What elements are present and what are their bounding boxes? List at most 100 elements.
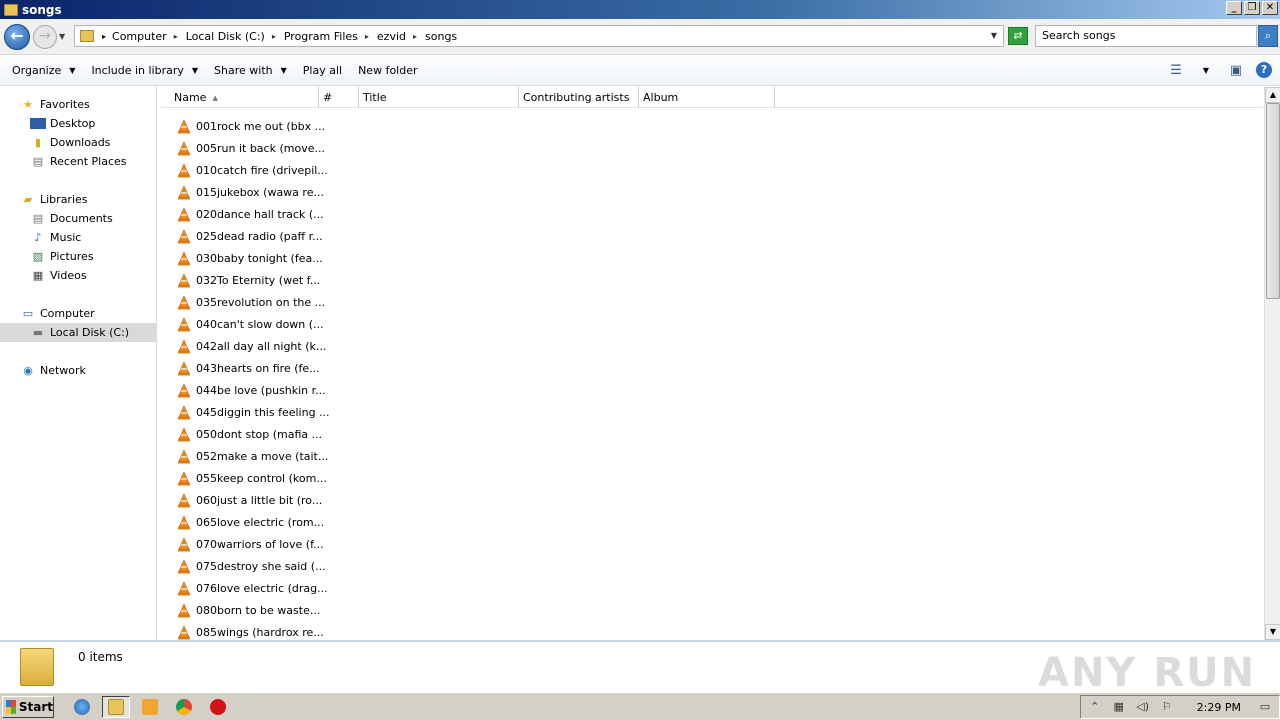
internet-explorer-icon[interactable]: [68, 696, 96, 718]
column-artists[interactable]: Contributing artists: [519, 87, 639, 108]
file-name: 050dont stop (mafia ...: [196, 427, 323, 441]
file-row[interactable]: 045diggin this feeling ...: [177, 401, 337, 423]
file-row[interactable]: 025dead radio (paff r...: [177, 225, 337, 247]
flag-icon[interactable]: ⚐: [1159, 700, 1175, 714]
breadcrumb-program-files[interactable]: Program Files ▸: [284, 30, 369, 43]
show-hidden-icons-icon[interactable]: ⌃: [1087, 700, 1103, 714]
file-row[interactable]: 043hearts on fire (fe...: [177, 357, 337, 379]
refresh-button[interactable]: ⇄: [1008, 27, 1028, 45]
file-row[interactable]: 010catch fire (drivepil...: [177, 159, 337, 181]
recent-pages-dropdown[interactable]: ▼: [59, 32, 65, 41]
include-in-library-button[interactable]: Include in library ▼: [83, 59, 206, 83]
include-in-library-label: Include in library: [91, 64, 184, 77]
file-row[interactable]: 076love electric (drag...: [177, 577, 337, 599]
breadcrumb-local-disk[interactable]: Local Disk (C:) ▸: [186, 30, 276, 43]
show-desktop-icon[interactable]: ▭: [1257, 700, 1273, 714]
file-row[interactable]: 015jukebox (wawa re...: [177, 181, 337, 203]
file-row[interactable]: 055keep control (kom...: [177, 467, 337, 489]
file-row[interactable]: 042all day all night (k...: [177, 335, 337, 357]
file-row[interactable]: 052make a move (tait...: [177, 445, 337, 467]
vlc-file-icon: [177, 206, 191, 222]
view-details-icon[interactable]: ☰: [1166, 60, 1186, 80]
start-button[interactable]: Start: [2, 695, 54, 718]
file-row[interactable]: 030baby tonight (fea...: [177, 247, 337, 269]
address-bar[interactable]: ▸ Computer ▸ Local Disk (C:) ▸ Program Fil…: [74, 25, 1004, 47]
nav-recent-places[interactable]: ▤ Recent Places: [0, 152, 157, 171]
scroll-up-icon[interactable]: ▲: [1265, 87, 1280, 103]
file-row[interactable]: 060just a little bit (ro...: [177, 489, 337, 511]
nav-documents[interactable]: ▤ Documents: [0, 209, 157, 228]
minimize-button[interactable]: _: [1226, 1, 1242, 15]
column-header: Name ▲ # Title Contributing artists Album: [161, 87, 1263, 108]
vlc-file-icon: [177, 580, 191, 596]
search-input[interactable]: Search songs: [1035, 25, 1257, 47]
folder-icon: [80, 30, 94, 42]
file-row[interactable]: 035revolution on the ...: [177, 291, 337, 313]
chevron-right-icon[interactable]: ▸: [413, 32, 417, 41]
scroll-down-icon[interactable]: ▼: [1265, 624, 1280, 640]
breadcrumb-ezvid[interactable]: ezvid ▸: [377, 30, 417, 43]
nav-desktop[interactable]: Desktop: [0, 114, 157, 133]
file-name: 035revolution on the ...: [196, 295, 326, 309]
file-row[interactable]: 001rock me out (bbx ...: [177, 115, 337, 137]
nav-label: Videos: [50, 269, 87, 282]
help-icon[interactable]: ?: [1256, 62, 1272, 78]
window-title: songs: [22, 2, 62, 17]
file-name: 001rock me out (bbx ...: [196, 119, 326, 133]
maximize-button[interactable]: ❐: [1244, 1, 1260, 15]
vlc-file-icon: [177, 536, 191, 552]
chevron-right-icon[interactable]: ▸: [272, 32, 276, 41]
file-row[interactable]: 065love electric (rom...: [177, 511, 337, 533]
breadcrumb-computer[interactable]: Computer ▸: [112, 30, 178, 43]
breadcrumb-songs[interactable]: songs: [425, 30, 457, 43]
nav-local-disk[interactable]: ▬ Local Disk (C:): [0, 323, 157, 342]
column-name-label: Name: [174, 91, 207, 104]
nav-pictures[interactable]: ▨ Pictures: [0, 247, 157, 266]
file-row[interactable]: 032To Eternity (wet f...: [177, 269, 337, 291]
file-row[interactable]: 070warriors of love (f...: [177, 533, 337, 555]
downloads-icon: ▮: [34, 136, 42, 149]
chevron-down-icon[interactable]: ▼: [991, 31, 997, 40]
search-icon[interactable]: ⌕: [1258, 25, 1278, 47]
file-row[interactable]: 050dont stop (mafia ...: [177, 423, 337, 445]
file-row[interactable]: 044be love (pushkin r...: [177, 379, 337, 401]
media-player-icon[interactable]: [136, 696, 164, 718]
file-row[interactable]: 040can't slow down (...: [177, 313, 337, 335]
nav-libraries[interactable]: ▰ Libraries: [0, 190, 157, 209]
close-button[interactable]: ✕: [1262, 1, 1278, 15]
forward-button[interactable]: →: [33, 25, 57, 49]
file-row[interactable]: 080born to be waste...: [177, 599, 337, 621]
nav-favorites[interactable]: ★ Favorites: [0, 95, 157, 114]
file-row[interactable]: 085wings (hardrox re...: [177, 621, 337, 640]
file-row[interactable]: 075destroy she said (...: [177, 555, 337, 577]
chevron-right-icon[interactable]: ▸: [174, 32, 178, 41]
back-button[interactable]: ←: [4, 24, 30, 50]
clock[interactable]: 2:29 PM: [1197, 701, 1241, 714]
nav-videos[interactable]: ▦ Videos: [0, 266, 157, 285]
chevron-right-icon[interactable]: ▸: [102, 32, 106, 41]
nav-computer[interactable]: ▭ Computer: [0, 304, 157, 323]
column-title[interactable]: Title: [359, 87, 519, 108]
volume-icon[interactable]: ◁): [1135, 700, 1151, 714]
chevron-right-icon[interactable]: ▸: [365, 32, 369, 41]
explorer-icon[interactable]: [102, 695, 130, 718]
column-name[interactable]: Name ▲: [161, 87, 319, 108]
column-album[interactable]: Album: [639, 87, 775, 108]
preview-pane-icon[interactable]: ▣: [1226, 60, 1246, 80]
vertical-scrollbar[interactable]: ▲ ▼: [1264, 87, 1280, 640]
nav-network[interactable]: ◉ Network: [0, 361, 157, 380]
file-row[interactable]: 005run it back (move...: [177, 137, 337, 159]
nav-music[interactable]: ♪ Music: [0, 228, 157, 247]
organize-button[interactable]: Organize ▼: [4, 59, 83, 83]
stop-icon[interactable]: [204, 696, 232, 718]
scroll-thumb[interactable]: [1266, 103, 1280, 299]
share-with-button[interactable]: Share with ▼: [206, 59, 295, 83]
network-icon[interactable]: ▦: [1111, 700, 1127, 714]
chrome-icon[interactable]: [170, 696, 198, 718]
column-number[interactable]: #: [319, 87, 359, 108]
nav-downloads[interactable]: ▮ Downloads: [0, 133, 157, 152]
chevron-down-icon[interactable]: ▼: [1196, 60, 1216, 80]
new-folder-button[interactable]: New folder: [350, 59, 425, 83]
play-all-button[interactable]: Play all: [295, 59, 350, 83]
file-row[interactable]: 020dance hall track (...: [177, 203, 337, 225]
